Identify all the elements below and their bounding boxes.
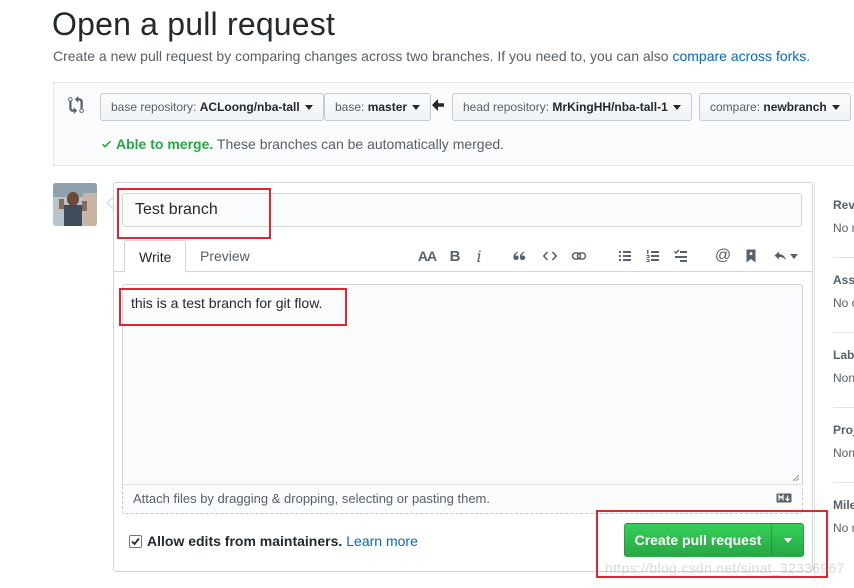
bookmark-icon[interactable] bbox=[740, 244, 762, 268]
base-branch-select[interactable]: base: master bbox=[324, 93, 432, 121]
merge-detail-text: These branches can be automatically merg… bbox=[216, 136, 505, 152]
mention-icon[interactable]: @ bbox=[712, 244, 734, 268]
range-editor: base repository: ACLoong/nba-tall base: … bbox=[53, 82, 854, 166]
sidebar-item-reviewers[interactable]: Reviewers No reviews bbox=[833, 198, 854, 235]
sidebar-value: No milestone bbox=[833, 521, 854, 535]
arrow-left-icon bbox=[432, 99, 444, 111]
create-pull-request-button[interactable]: Create pull request bbox=[624, 523, 772, 557]
watermark: https://blog.csdn.net/sinat_32336967 bbox=[605, 560, 845, 576]
caret-down-icon bbox=[831, 105, 840, 111]
ordered-list-icon[interactable] bbox=[642, 244, 664, 268]
sidebar-heading: Reviewers bbox=[833, 198, 854, 212]
compare-branch-value: newbranch bbox=[763, 100, 827, 114]
subtitle-end: . bbox=[806, 48, 811, 64]
reply-icon[interactable] bbox=[770, 244, 800, 268]
sidebar-value: None yet bbox=[833, 371, 854, 385]
tab-preview[interactable]: Preview bbox=[186, 240, 264, 273]
head-repository-select[interactable]: head repository: MrKingHH/nba-tall-1 bbox=[452, 93, 692, 121]
sidebar-item-milestone[interactable]: Milestone No milestone bbox=[833, 498, 854, 535]
body-text: this is a test branch for git flow. bbox=[131, 295, 323, 311]
allow-edits-checkbox[interactable] bbox=[129, 534, 142, 548]
base-repository-label: base repository: bbox=[111, 100, 197, 114]
allow-edits-option: Allow edits from maintainers. Learn more bbox=[129, 533, 418, 549]
base-repository-value: ACLoong/nba-tall bbox=[199, 100, 300, 114]
checkmark-icon bbox=[131, 537, 140, 545]
divider bbox=[833, 332, 854, 333]
create-options-dropdown[interactable] bbox=[771, 523, 804, 557]
attach-text: Attach files by dragging & dropping, sel… bbox=[133, 491, 490, 506]
compare-branch-select[interactable]: compare: newbranch bbox=[699, 93, 851, 121]
avatar-photo bbox=[53, 183, 97, 226]
discussion-sidebar: Reviewers No reviews Assignees No one La… bbox=[814, 182, 854, 582]
merge-ok-text: Able to merge. bbox=[116, 136, 214, 152]
head-repository-value: MrKingHH/nba-tall-1 bbox=[552, 100, 668, 114]
page-title: Open a pull request bbox=[52, 6, 336, 42]
sidebar-value: None yet bbox=[833, 446, 854, 460]
sidebar-item-assignees[interactable]: Assignees No one bbox=[833, 273, 854, 310]
avatar[interactable] bbox=[53, 183, 97, 226]
bold-tool[interactable]: B bbox=[444, 244, 466, 268]
caret-down-icon bbox=[672, 105, 681, 111]
markdown-icon bbox=[776, 493, 792, 503]
task-list-icon[interactable] bbox=[670, 244, 692, 268]
compare-across-forks-link[interactable]: compare across forks bbox=[672, 48, 806, 64]
head-repository-label: head repository: bbox=[463, 100, 550, 114]
heading-tool[interactable]: AA bbox=[416, 244, 438, 268]
unordered-list-icon[interactable] bbox=[614, 244, 636, 268]
file-attachment-bar[interactable]: Attach files by dragging & dropping, sel… bbox=[122, 484, 803, 514]
code-icon[interactable] bbox=[539, 244, 561, 268]
sidebar-value: No reviews bbox=[833, 221, 854, 235]
sidebar-heading: Projects bbox=[833, 423, 854, 437]
sidebar-item-projects[interactable]: Projects None yet bbox=[833, 423, 854, 460]
page-subtitle: Create a new pull request by comparing c… bbox=[53, 48, 810, 64]
base-branch-label: base: bbox=[335, 100, 365, 114]
learn-more-link[interactable]: Learn more bbox=[346, 533, 418, 549]
editor-tabs: Write Preview AA B i @ bbox=[114, 240, 812, 273]
tab-write[interactable]: Write bbox=[124, 240, 187, 273]
subtitle-text: Create a new pull request by comparing c… bbox=[53, 48, 669, 64]
divider bbox=[833, 482, 854, 483]
title-input[interactable]: Test branch bbox=[122, 193, 802, 227]
quote-icon[interactable] bbox=[509, 244, 531, 268]
compare-icon bbox=[68, 96, 84, 114]
allow-edits-label: Allow edits from maintainers. bbox=[147, 533, 343, 549]
sidebar-item-labels[interactable]: Labels None yet bbox=[833, 348, 854, 385]
divider bbox=[833, 257, 854, 258]
check-icon bbox=[102, 140, 111, 148]
sidebar-value: No one bbox=[833, 296, 854, 310]
resize-handle[interactable] bbox=[792, 474, 800, 482]
sidebar-heading: Milestone bbox=[833, 498, 854, 512]
base-branch-value: master bbox=[367, 100, 408, 114]
compare-branch-label: compare: bbox=[710, 100, 761, 114]
sidebar-heading: Labels bbox=[833, 348, 854, 362]
base-repository-select[interactable]: base repository: ACLoong/nba-tall bbox=[100, 93, 324, 121]
link-icon[interactable] bbox=[568, 244, 590, 268]
divider bbox=[833, 407, 854, 408]
body-textarea[interactable]: this is a test branch for git flow. bbox=[122, 284, 803, 484]
sidebar-heading: Assignees bbox=[833, 273, 854, 287]
italic-tool[interactable]: i bbox=[468, 244, 490, 268]
caret-down-icon bbox=[304, 105, 313, 111]
caret-down-icon bbox=[783, 537, 792, 543]
caret-down-icon bbox=[412, 105, 421, 111]
merge-status: Able to merge. These branches can be aut… bbox=[100, 136, 504, 152]
